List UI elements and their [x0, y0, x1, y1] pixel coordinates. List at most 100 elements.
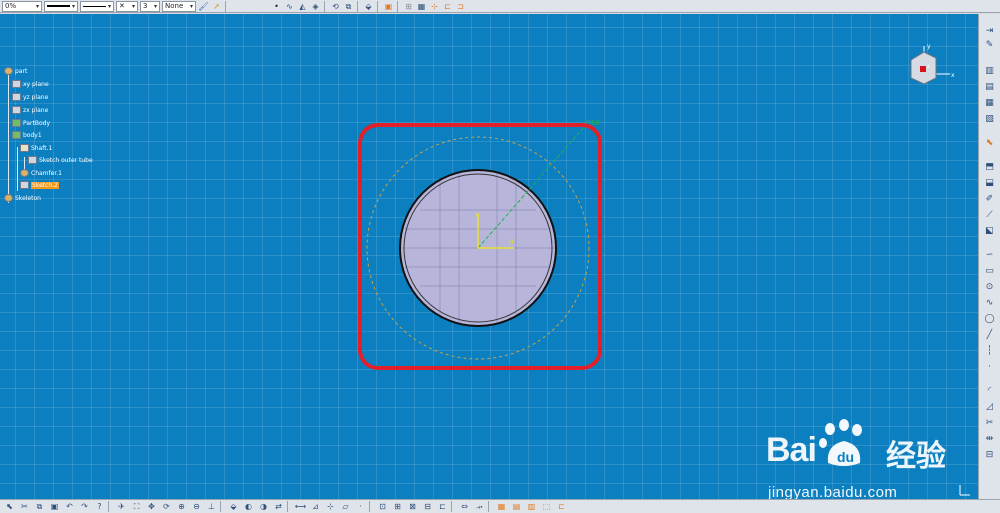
- line-thickness-combo[interactable]: ▾: [44, 0, 78, 12]
- spline-icon[interactable]: ∿: [983, 296, 996, 309]
- help-icon[interactable]: ?: [94, 501, 105, 512]
- part-icon[interactable]: ⧉: [343, 1, 354, 12]
- pad-icon[interactable]: ◈: [310, 1, 321, 12]
- ellipse-icon[interactable]: ◯: [983, 312, 996, 325]
- baidu-brand-left: Bai: [766, 431, 817, 469]
- orange-tool-icon[interactable]: ⬚: [541, 501, 552, 512]
- paste-icon[interactable]: ▣: [49, 501, 60, 512]
- pointer-icon[interactable]: ⬉: [4, 501, 15, 512]
- measure-icon[interactable]: ⟋: [983, 208, 996, 221]
- sketch-tools-icon[interactable]: ⊡: [377, 501, 388, 512]
- zoom-in-icon[interactable]: ⊕: [176, 501, 187, 512]
- chevron-down-icon: ▾: [131, 2, 135, 10]
- line-sample: [83, 5, 106, 7]
- undo-icon[interactable]: ↶: [64, 501, 75, 512]
- toolbar-separator: [225, 0, 226, 12]
- orange-tool-icon[interactable]: ▦: [496, 501, 507, 512]
- curve-icon[interactable]: ∽: [983, 248, 996, 261]
- point-icon[interactable]: •: [271, 1, 282, 12]
- rotate-view-icon[interactable]: ⟳: [161, 501, 172, 512]
- cut-icon[interactable]: ✂: [19, 501, 30, 512]
- shading-icon[interactable]: ◐: [243, 501, 254, 512]
- list-icon[interactable]: ▦: [983, 96, 996, 109]
- pad-icon[interactable]: ⬒: [983, 160, 996, 173]
- corner-icon[interactable]: ◜: [983, 384, 996, 397]
- none-combo[interactable]: None ▾: [162, 0, 196, 12]
- fit-all-icon[interactable]: ⛶: [131, 501, 142, 512]
- select-icon[interactable]: ⬉: [983, 136, 996, 149]
- dimension-icon[interactable]: ⊐: [455, 1, 466, 12]
- toolbar-separator: [377, 0, 378, 12]
- circle-icon[interactable]: ⊙: [983, 280, 996, 293]
- hide-show-icon[interactable]: ◑: [258, 501, 269, 512]
- orange-tool-icon[interactable]: ▥: [526, 501, 537, 512]
- table-icon[interactable]: ▤: [983, 80, 996, 93]
- line-number-combo[interactable]: 3 ▾: [140, 0, 160, 12]
- zoom-out-icon[interactable]: ⊖: [191, 501, 202, 512]
- layers-icon[interactable]: ▧: [983, 112, 996, 125]
- chamfer-icon[interactable]: ◿: [983, 400, 996, 413]
- pocket-icon[interactable]: ⬓: [983, 176, 996, 189]
- compass-x-label: x: [951, 72, 955, 79]
- pen-icon[interactable]: ✐: [983, 192, 996, 205]
- rectangle-icon[interactable]: ▭: [983, 264, 996, 277]
- dim-constraint-icon[interactable]: ⊏: [437, 501, 448, 512]
- chamfer-icon[interactable]: ◭: [297, 1, 308, 12]
- chevron-down-icon: ▾: [107, 2, 111, 10]
- cross-icon: ✕: [119, 2, 125, 10]
- toolbar-separator: [220, 501, 221, 512]
- iso-view-icon[interactable]: ⬙: [228, 501, 239, 512]
- offset-icon[interactable]: ⤞: [474, 501, 485, 512]
- plane-icon[interactable]: ▱: [340, 501, 351, 512]
- paint-icon[interactable]: 🖌: [198, 1, 209, 12]
- measure-icon[interactable]: ⟷: [295, 501, 306, 512]
- line-icon[interactable]: ╱: [983, 328, 996, 341]
- point-type-combo[interactable]: ✕ ▾: [116, 0, 138, 12]
- pan-icon[interactable]: ✥: [146, 501, 157, 512]
- baidu-watermark: du Baidu 经验: [766, 419, 946, 479]
- select-arrow-icon[interactable]: ➚: [211, 1, 222, 12]
- construction-icon[interactable]: ⊹: [429, 1, 440, 12]
- exit-workbench-icon[interactable]: ⇥: [983, 24, 996, 37]
- orange-box-icon[interactable]: ▣: [383, 1, 394, 12]
- grid-icon[interactable]: ⊞: [403, 1, 414, 12]
- constraint-icon[interactable]: ⊏: [442, 1, 453, 12]
- trim-icon[interactable]: ✂: [983, 416, 996, 429]
- baidu-url: jingyan.baidu.com: [768, 484, 898, 499]
- analysis-icon[interactable]: ⊿: [310, 501, 321, 512]
- mirror-icon[interactable]: ⇹: [983, 432, 996, 445]
- 3d-viewport[interactable]: part xy plane yz plane zx plane PartBody…: [0, 14, 978, 499]
- rotate-icon[interactable]: ⟲: [330, 1, 341, 12]
- copy-icon[interactable]: ⧉: [34, 501, 45, 512]
- orange-tool-icon[interactable]: ⊏: [556, 501, 567, 512]
- orange-tool-icon[interactable]: ▤: [511, 501, 522, 512]
- toolbar-separator: [324, 0, 325, 12]
- rib-icon[interactable]: ⬕: [983, 224, 996, 237]
- line-type-combo[interactable]: ▾: [80, 0, 114, 12]
- profile-icon[interactable]: ▥: [983, 64, 996, 77]
- stretch-icon[interactable]: ⇔: [459, 501, 470, 512]
- layer-value: 0%: [5, 2, 17, 10]
- view-icon[interactable]: ⬙: [363, 1, 374, 12]
- geom-constraint-icon[interactable]: ⊟: [422, 501, 433, 512]
- point-icon[interactable]: ·: [983, 360, 996, 373]
- constraint-icon[interactable]: ⊟: [983, 448, 996, 461]
- snap-icon[interactable]: ▦: [416, 1, 427, 12]
- compass-icon[interactable]: y x z: [908, 38, 958, 88]
- swap-space-icon[interactable]: ⇄: [273, 501, 284, 512]
- fly-icon[interactable]: ✈: [116, 501, 127, 512]
- construction-icon[interactable]: ⊠: [407, 501, 418, 512]
- spline-icon[interactable]: ∿: [284, 1, 295, 12]
- layer-combo[interactable]: 0% ▾: [2, 0, 42, 12]
- redo-icon[interactable]: ↷: [79, 501, 90, 512]
- chevron-down-icon: ▾: [153, 2, 157, 10]
- point-icon[interactable]: ·: [355, 501, 366, 512]
- compass-z-label: z: [927, 64, 930, 70]
- toolbar-separator: [287, 501, 288, 512]
- axis-system-icon[interactable]: ⊹: [325, 501, 336, 512]
- chevron-down-icon: ▾: [71, 2, 75, 10]
- sketch-icon[interactable]: ✎: [983, 38, 996, 51]
- normal-view-icon[interactable]: ⊥: [206, 501, 217, 512]
- axis-icon[interactable]: ┆: [983, 344, 996, 357]
- grid-snap-icon[interactable]: ⊞: [392, 501, 403, 512]
